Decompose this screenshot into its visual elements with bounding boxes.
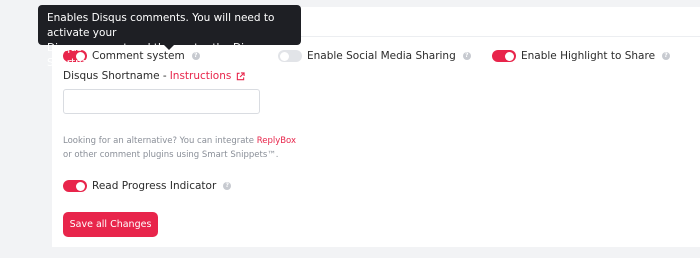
tooltip-arrow xyxy=(164,45,174,50)
highlight-share-label: Enable Highlight to Share xyxy=(521,50,656,62)
disqus-shortname-text: Disqus Shortname - xyxy=(63,70,167,82)
toggle-knob xyxy=(76,181,85,191)
alternative-help-line-1: Looking for an alternative? You can inte… xyxy=(63,136,296,146)
highlight-share-toggle[interactable] xyxy=(492,50,516,62)
read-progress-setting: Read Progress Indicator ? xyxy=(63,180,232,192)
read-progress-label: Read Progress Indicator xyxy=(92,180,217,192)
tooltip-line-1: Enables Disqus comments. You will need t… xyxy=(47,12,275,39)
help-icon[interactable]: ? xyxy=(462,52,471,60)
social-sharing-setting: Enable Social Media Sharing ? xyxy=(278,50,471,62)
alternative-help-text: Looking for an alternative? You can inte… xyxy=(63,136,254,146)
external-link-icon[interactable] xyxy=(236,71,245,81)
save-all-changes-button[interactable]: Save all Changes xyxy=(63,212,158,237)
read-progress-toggle[interactable] xyxy=(63,180,87,192)
toggle-knob xyxy=(505,51,514,61)
replybox-link[interactable]: ReplyBox xyxy=(257,136,296,146)
instructions-link[interactable]: Instructions xyxy=(170,70,232,82)
help-icon[interactable]: ? xyxy=(223,182,232,190)
disqus-shortname-input[interactable] xyxy=(63,89,260,114)
disqus-shortname-label: Disqus Shortname - Instructions xyxy=(63,70,245,82)
help-icon[interactable]: ? xyxy=(662,52,671,60)
social-sharing-label: Enable Social Media Sharing xyxy=(307,50,456,62)
alternative-help-line-2: or other comment plugins using Smart Sni… xyxy=(63,150,279,160)
highlight-share-setting: Enable Highlight to Share ? xyxy=(492,50,671,62)
tooltip: Enables Disqus comments. You will need t… xyxy=(38,5,301,69)
